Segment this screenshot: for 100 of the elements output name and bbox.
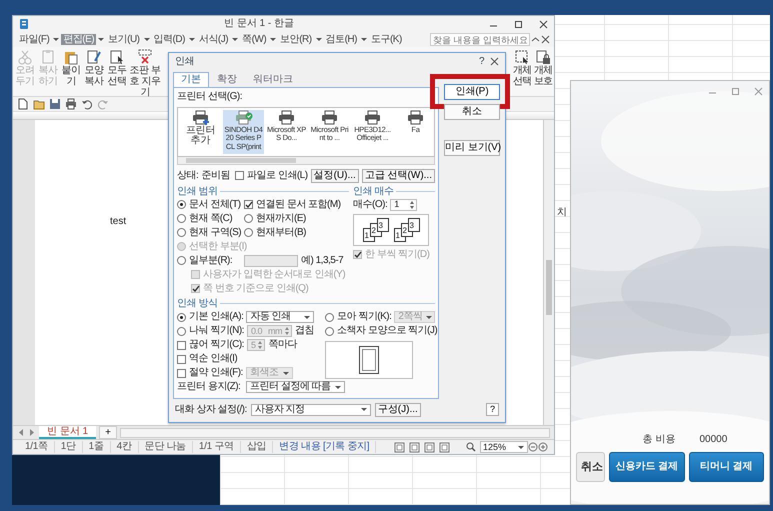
setup-button[interactable]: 고급 선택(W)... <box>362 168 435 182</box>
zoom-in-icon[interactable] <box>538 442 548 452</box>
caret-icon[interactable] <box>142 36 151 43</box>
status-item[interactable]: 문단 나눔 <box>138 441 193 453</box>
status-item: 1줄 <box>82 441 111 453</box>
menu-item[interactable]: 보안(R) <box>278 34 314 46</box>
document-tab[interactable]: 빈 문서 1 <box>39 426 96 439</box>
status-item[interactable]: 삽입 <box>240 441 274 453</box>
dropdown[interactable]: 사용자 지정 <box>250 404 371 416</box>
zoom-dropdown[interactable]: 125% <box>480 441 528 453</box>
page-view-icon[interactable] <box>409 442 420 452</box>
menu-item[interactable]: 파일(F) <box>17 34 52 46</box>
scrollbar[interactable] <box>543 120 554 425</box>
dialog-button[interactable]: 미리 보기(V) <box>444 140 500 156</box>
caret-icon[interactable] <box>303 314 312 320</box>
save-icon[interactable] <box>49 98 61 110</box>
payment-button[interactable]: 티머니 결제 <box>688 452 764 482</box>
radio-button[interactable] <box>177 214 186 223</box>
setup-button[interactable]: 설정(U)... <box>310 168 359 182</box>
status-item[interactable]: 1/1 구역 <box>192 441 241 453</box>
menu-item[interactable]: 쪽(W) <box>240 34 268 46</box>
caret-icon[interactable] <box>360 406 368 413</box>
dialog-button[interactable]: 취소 <box>444 104 500 120</box>
option-label: 모아 찍기(K): <box>337 311 392 323</box>
caret-icon[interactable] <box>334 384 342 390</box>
radio-button[interactable] <box>177 312 186 322</box>
maximize-icon[interactable] <box>514 20 523 28</box>
caret-icon[interactable] <box>52 36 60 43</box>
ribbon-button[interactable]: 개체 선택 <box>512 49 532 87</box>
dialog-button[interactable]: 인쇄(P) <box>444 84 500 100</box>
ribbon-button[interactable]: 모두 선택 <box>106 49 128 87</box>
checkbox[interactable] <box>235 171 244 180</box>
payment-button[interactable]: 신용카드 결제 <box>609 452 684 482</box>
caret-icon[interactable] <box>188 36 196 43</box>
option-label: 나눠 찍기(N): <box>189 325 244 337</box>
ribbon-button[interactable]: 붙이기 <box>60 49 82 87</box>
previous-icon[interactable] <box>17 428 25 437</box>
tab[interactable]: 워터마크 <box>245 72 301 87</box>
scrollbar[interactable] <box>120 428 550 438</box>
menu-item[interactable]: 서식(J) <box>196 34 230 46</box>
page-view-icon[interactable] <box>439 442 450 452</box>
payment-button[interactable]: 취소 <box>576 452 605 482</box>
caret-icon[interactable] <box>314 36 323 43</box>
radio-button[interactable] <box>244 214 253 223</box>
radio-button[interactable] <box>177 228 186 237</box>
close-icon[interactable] <box>490 57 499 66</box>
radio-button[interactable] <box>177 256 186 265</box>
page-view-icon[interactable] <box>394 442 405 452</box>
tab[interactable]: 기본 <box>173 72 209 87</box>
radio-button[interactable] <box>177 200 186 209</box>
radio-button[interactable] <box>177 326 186 336</box>
option-label: 역순 인쇄(I) <box>189 353 238 365</box>
selection-icon <box>514 49 530 65</box>
help-button[interactable]: ? <box>478 56 484 68</box>
ribbon-button[interactable]: 개체 보호 <box>533 49 553 87</box>
dialog-title: 인쇄 <box>175 56 195 68</box>
close-icon[interactable] <box>541 35 550 44</box>
collate-drawing: 1 2 3 1 2 3 <box>353 214 429 246</box>
spin-field[interactable]: 1 <box>390 198 417 210</box>
menu-item[interactable]: 보기(U) <box>106 34 142 46</box>
radio-button[interactable] <box>325 312 334 322</box>
checkbox[interactable] <box>244 200 253 209</box>
next-icon[interactable] <box>28 428 36 437</box>
status-value: 준비됨 <box>201 170 231 182</box>
app-icon <box>19 18 29 30</box>
page-view-icon[interactable] <box>424 442 435 452</box>
menu-item[interactable]: 검토(H) <box>324 34 359 46</box>
help-button[interactable]: ? <box>486 403 499 416</box>
caret-icon[interactable] <box>97 36 106 43</box>
configure-button[interactable]: 구성(J)... <box>374 402 421 416</box>
checkbox[interactable] <box>177 340 186 350</box>
caret-icon[interactable] <box>231 36 240 43</box>
checkbox[interactable] <box>177 368 186 378</box>
caret-icon[interactable] <box>360 36 368 43</box>
close-icon[interactable] <box>539 20 548 28</box>
caret-icon[interactable] <box>517 444 525 450</box>
radio-button[interactable] <box>325 326 334 336</box>
status-item[interactable]: 변경 내용 [기록 중지] <box>273 441 376 453</box>
caret-icon[interactable] <box>269 36 278 43</box>
ribbon-button[interactable]: 모양 복사 <box>83 49 105 87</box>
add-tab-button[interactable]: + <box>99 426 117 439</box>
checkbox[interactable] <box>177 354 186 364</box>
ribbon-button[interactable]: 조판 부호 지우기 <box>129 49 161 98</box>
printer-add-icon <box>192 110 210 126</box>
dropdown[interactable]: 프린터 설정에 따름 <box>246 381 345 393</box>
printer-item[interactable]: 프린터 추가 <box>180 110 221 154</box>
printer-icon[interactable] <box>65 98 77 110</box>
menu-item[interactable]: 도구(K) <box>368 34 404 46</box>
radio-button[interactable] <box>244 228 254 237</box>
dropdown[interactable]: 자동 인쇄 <box>246 311 314 323</box>
search-field[interactable]: 찾을 내용을 입력하세요 <box>430 33 530 46</box>
search-icon[interactable] <box>466 442 476 452</box>
tab[interactable]: 확장 <box>209 72 245 87</box>
printer-icon <box>278 110 296 126</box>
collapse-icon[interactable] <box>531 35 540 44</box>
zoom-out-icon[interactable] <box>528 442 538 452</box>
column-header: 치 <box>557 207 567 218</box>
menu-item[interactable]: 입력(D) <box>152 34 187 46</box>
undo-icon[interactable] <box>81 98 93 110</box>
spin-arrows-icon[interactable] <box>408 200 415 210</box>
